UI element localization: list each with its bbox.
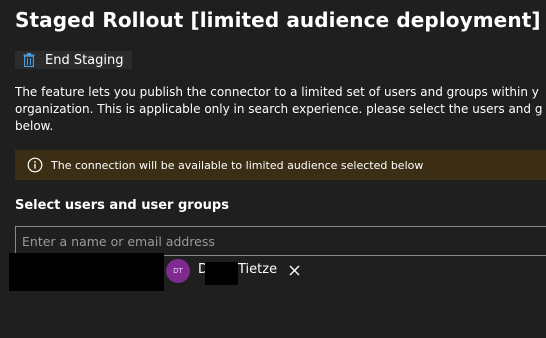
info-banner-text: The connection will be available to limi… <box>51 158 424 172</box>
end-staging-button[interactable]: End Staging <box>15 51 132 69</box>
close-icon <box>289 265 300 276</box>
selected-user-name-suffix: Tietze <box>238 262 278 277</box>
user-search-input[interactable] <box>15 226 546 256</box>
trash-icon <box>23 53 35 67</box>
description-line-3: below. <box>15 119 54 133</box>
description-line-1: The feature lets you publish the connect… <box>15 85 539 99</box>
avatar-initials: DT <box>173 267 183 275</box>
info-banner: The connection will be available to limi… <box>15 150 546 180</box>
end-staging-label: End Staging <box>45 52 124 68</box>
redacted-block <box>205 262 238 285</box>
select-users-label: Select users and user groups <box>15 198 229 213</box>
description-line-2: organization. This is applicable only in… <box>15 102 543 116</box>
page-title: Staged Rollout [limited audience deploym… <box>15 8 541 32</box>
redacted-block <box>9 253 164 291</box>
remove-user-button[interactable] <box>286 262 302 278</box>
avatar: DT <box>166 259 190 283</box>
description-text: The feature lets you publish the connect… <box>15 84 546 135</box>
info-icon <box>27 157 43 173</box>
